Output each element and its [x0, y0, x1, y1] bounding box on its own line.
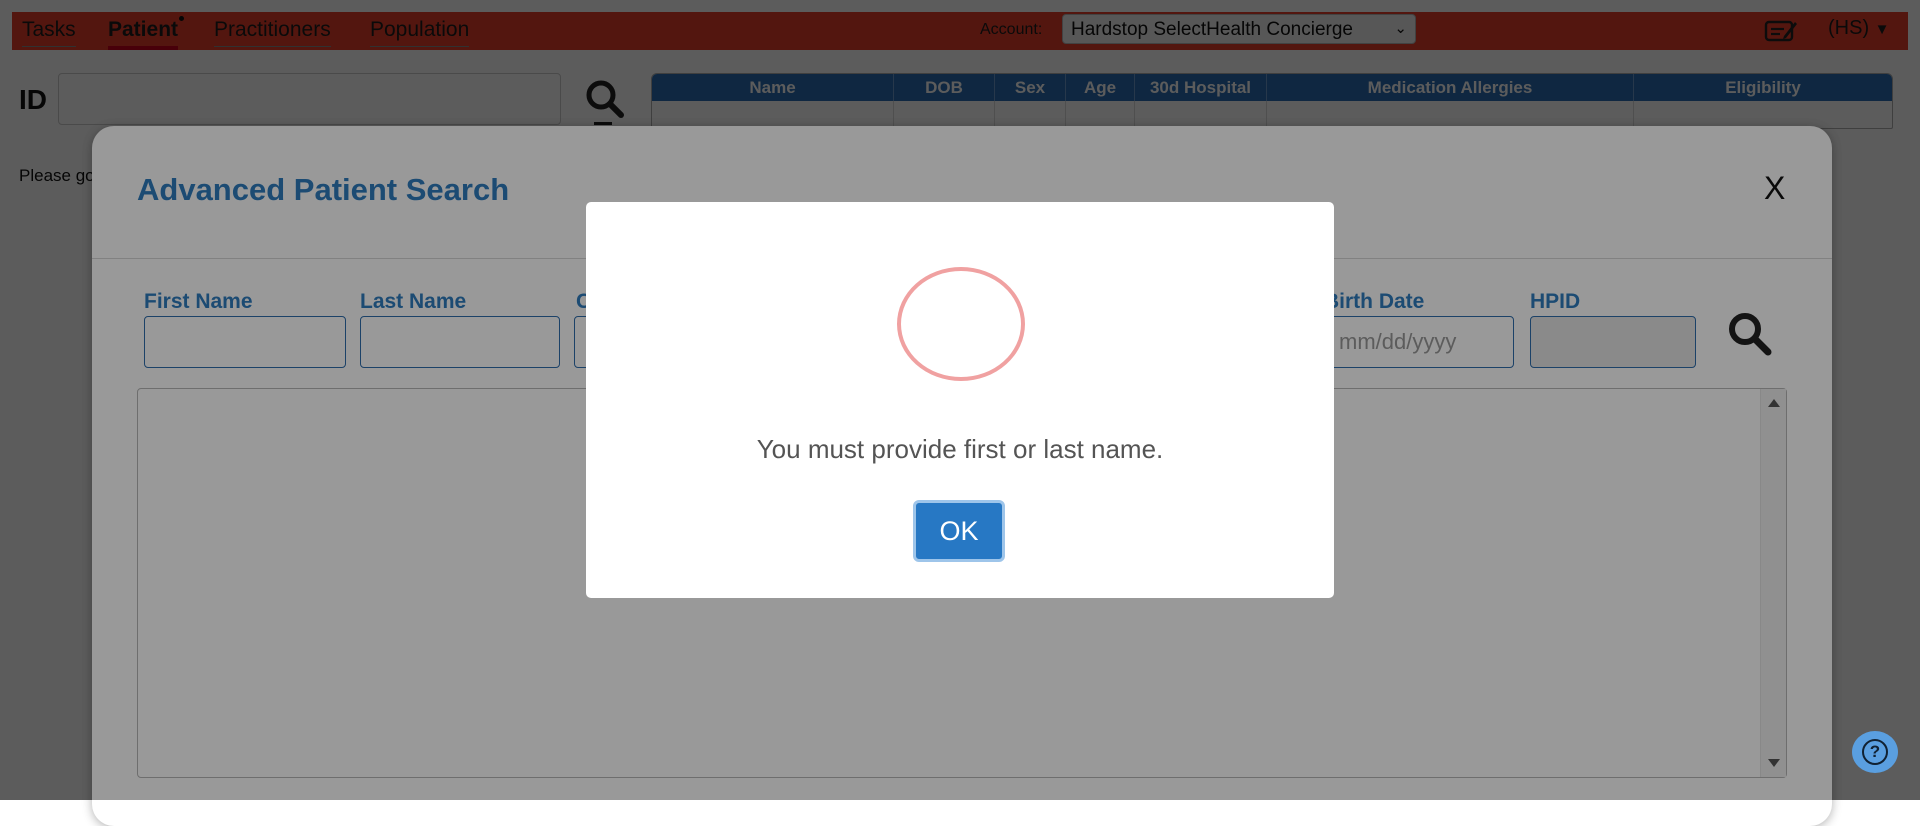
validation-alert-dialog: You must provide first or last name. OK	[586, 202, 1334, 598]
warning-circle-icon	[897, 267, 1025, 381]
alert-message: You must provide first or last name.	[756, 434, 1164, 464]
help-button[interactable]: ?	[1852, 731, 1898, 773]
ok-button[interactable]: OK	[913, 500, 1005, 562]
help-icon: ?	[1862, 739, 1888, 765]
